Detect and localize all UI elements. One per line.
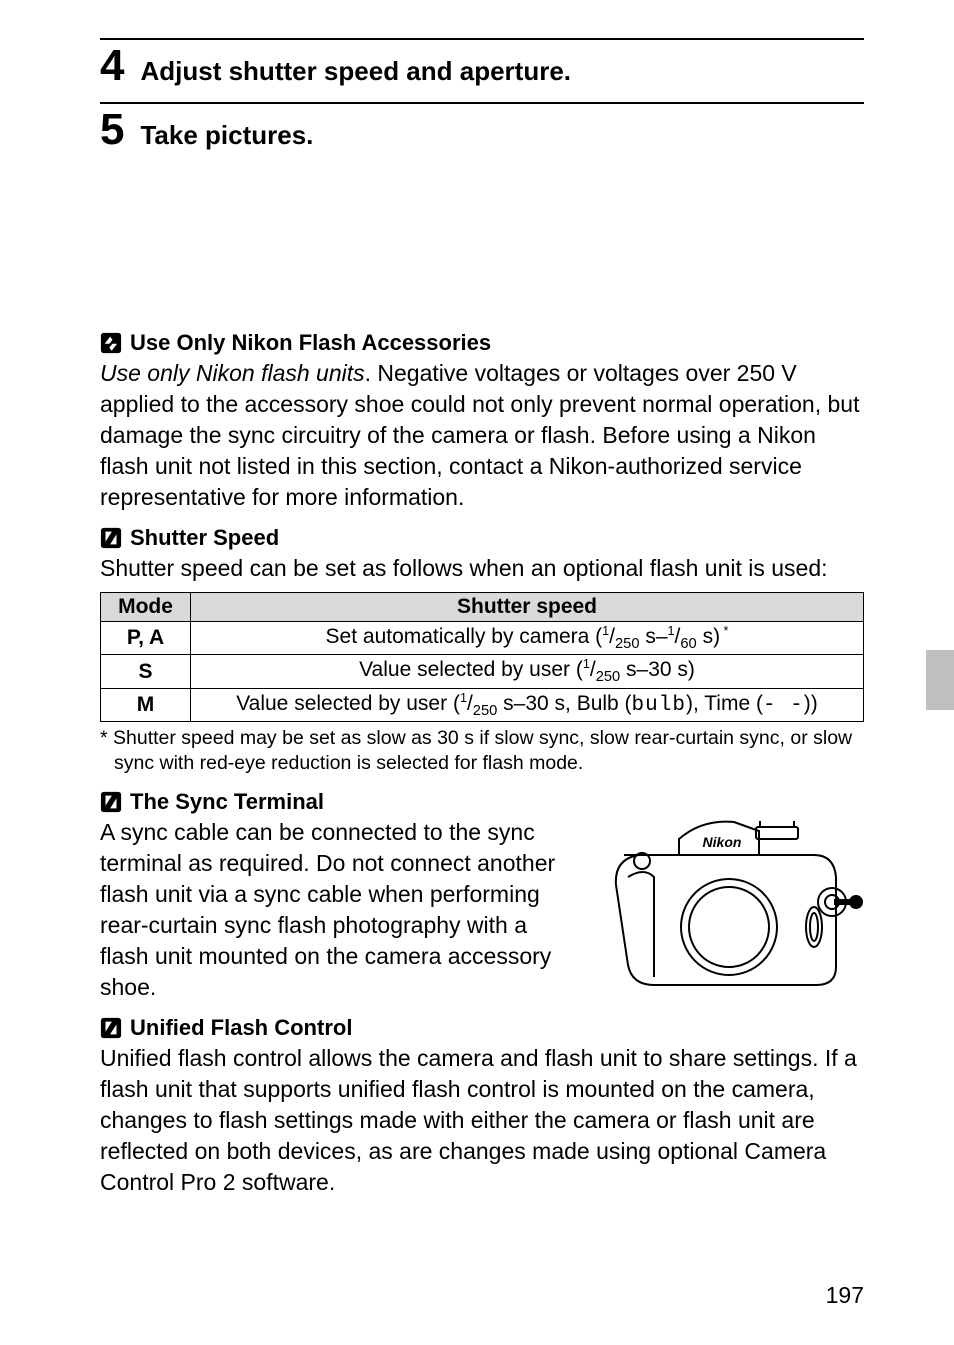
- step-number: 4: [100, 44, 124, 88]
- callout-title: Unified Flash Control: [130, 1015, 352, 1041]
- callout-title: The Sync Terminal: [130, 789, 324, 815]
- value-cell: Value selected by user (1/250 s–30 s, Bu…: [191, 688, 864, 721]
- camera-illustration: Nikon: [584, 817, 864, 992]
- table-header-row: Mode Shutter speed: [101, 593, 864, 622]
- col-mode: Mode: [101, 593, 191, 622]
- step-5: 5 Take pictures.: [100, 104, 864, 158]
- table-footnote: * Shutter speed may be set as slow as 30…: [100, 726, 864, 777]
- col-shutter-speed: Shutter speed: [191, 593, 864, 622]
- note-icon: [100, 791, 122, 813]
- mode-cell: M: [101, 688, 191, 721]
- table-row: M Value selected by user (1/250 s–30 s, …: [101, 688, 864, 721]
- mode-cell: P, A: [101, 622, 191, 655]
- table-row: S Value selected by user (1/250 s–30 s): [101, 655, 864, 688]
- callout-use-nikon: Use Only Nikon Flash Accessories Use onl…: [100, 330, 864, 513]
- callout-unified-flash: Unified Flash Control Unified flash cont…: [100, 1015, 864, 1198]
- value-cell: Set automatically by camera (1/250 s–1/6…: [191, 622, 864, 655]
- unified-body: Unified flash control allows the camera …: [100, 1043, 864, 1198]
- step-4: 4 Adjust shutter speed and aperture.: [100, 40, 864, 94]
- sync-body: A sync cable can be connected to the syn…: [100, 817, 564, 1003]
- callout-sync-terminal: The Sync Terminal A sync cable can be co…: [100, 789, 864, 1003]
- step-text: Take pictures.: [140, 120, 313, 151]
- brand-label: Nikon: [703, 834, 742, 850]
- note-icon: [100, 1017, 122, 1039]
- shutter-speed-table: Mode Shutter speed P, A Set automaticall…: [100, 592, 864, 722]
- callout-body: Use only Nikon flash units. Negative vol…: [100, 358, 864, 513]
- caution-icon: [100, 332, 122, 354]
- page-number: 197: [826, 1282, 864, 1309]
- table-row: P, A Set automatically by camera (1/250 …: [101, 622, 864, 655]
- mode-cell: S: [101, 655, 191, 688]
- note-icon: [100, 527, 122, 549]
- step-text: Adjust shutter speed and aperture.: [140, 56, 571, 87]
- callout-title: Use Only Nikon Flash Accessories: [130, 330, 491, 356]
- value-cell: Value selected by user (1/250 s–30 s): [191, 655, 864, 688]
- thumb-tab: [926, 650, 954, 710]
- callout-shutter-speed: Shutter Speed Shutter speed can be set a…: [100, 525, 864, 776]
- lead-italic: Use only Nikon flash units: [100, 360, 365, 386]
- step-number: 5: [100, 108, 124, 152]
- callout-title: Shutter Speed: [130, 525, 279, 551]
- shutter-intro: Shutter speed can be set as follows when…: [100, 553, 864, 584]
